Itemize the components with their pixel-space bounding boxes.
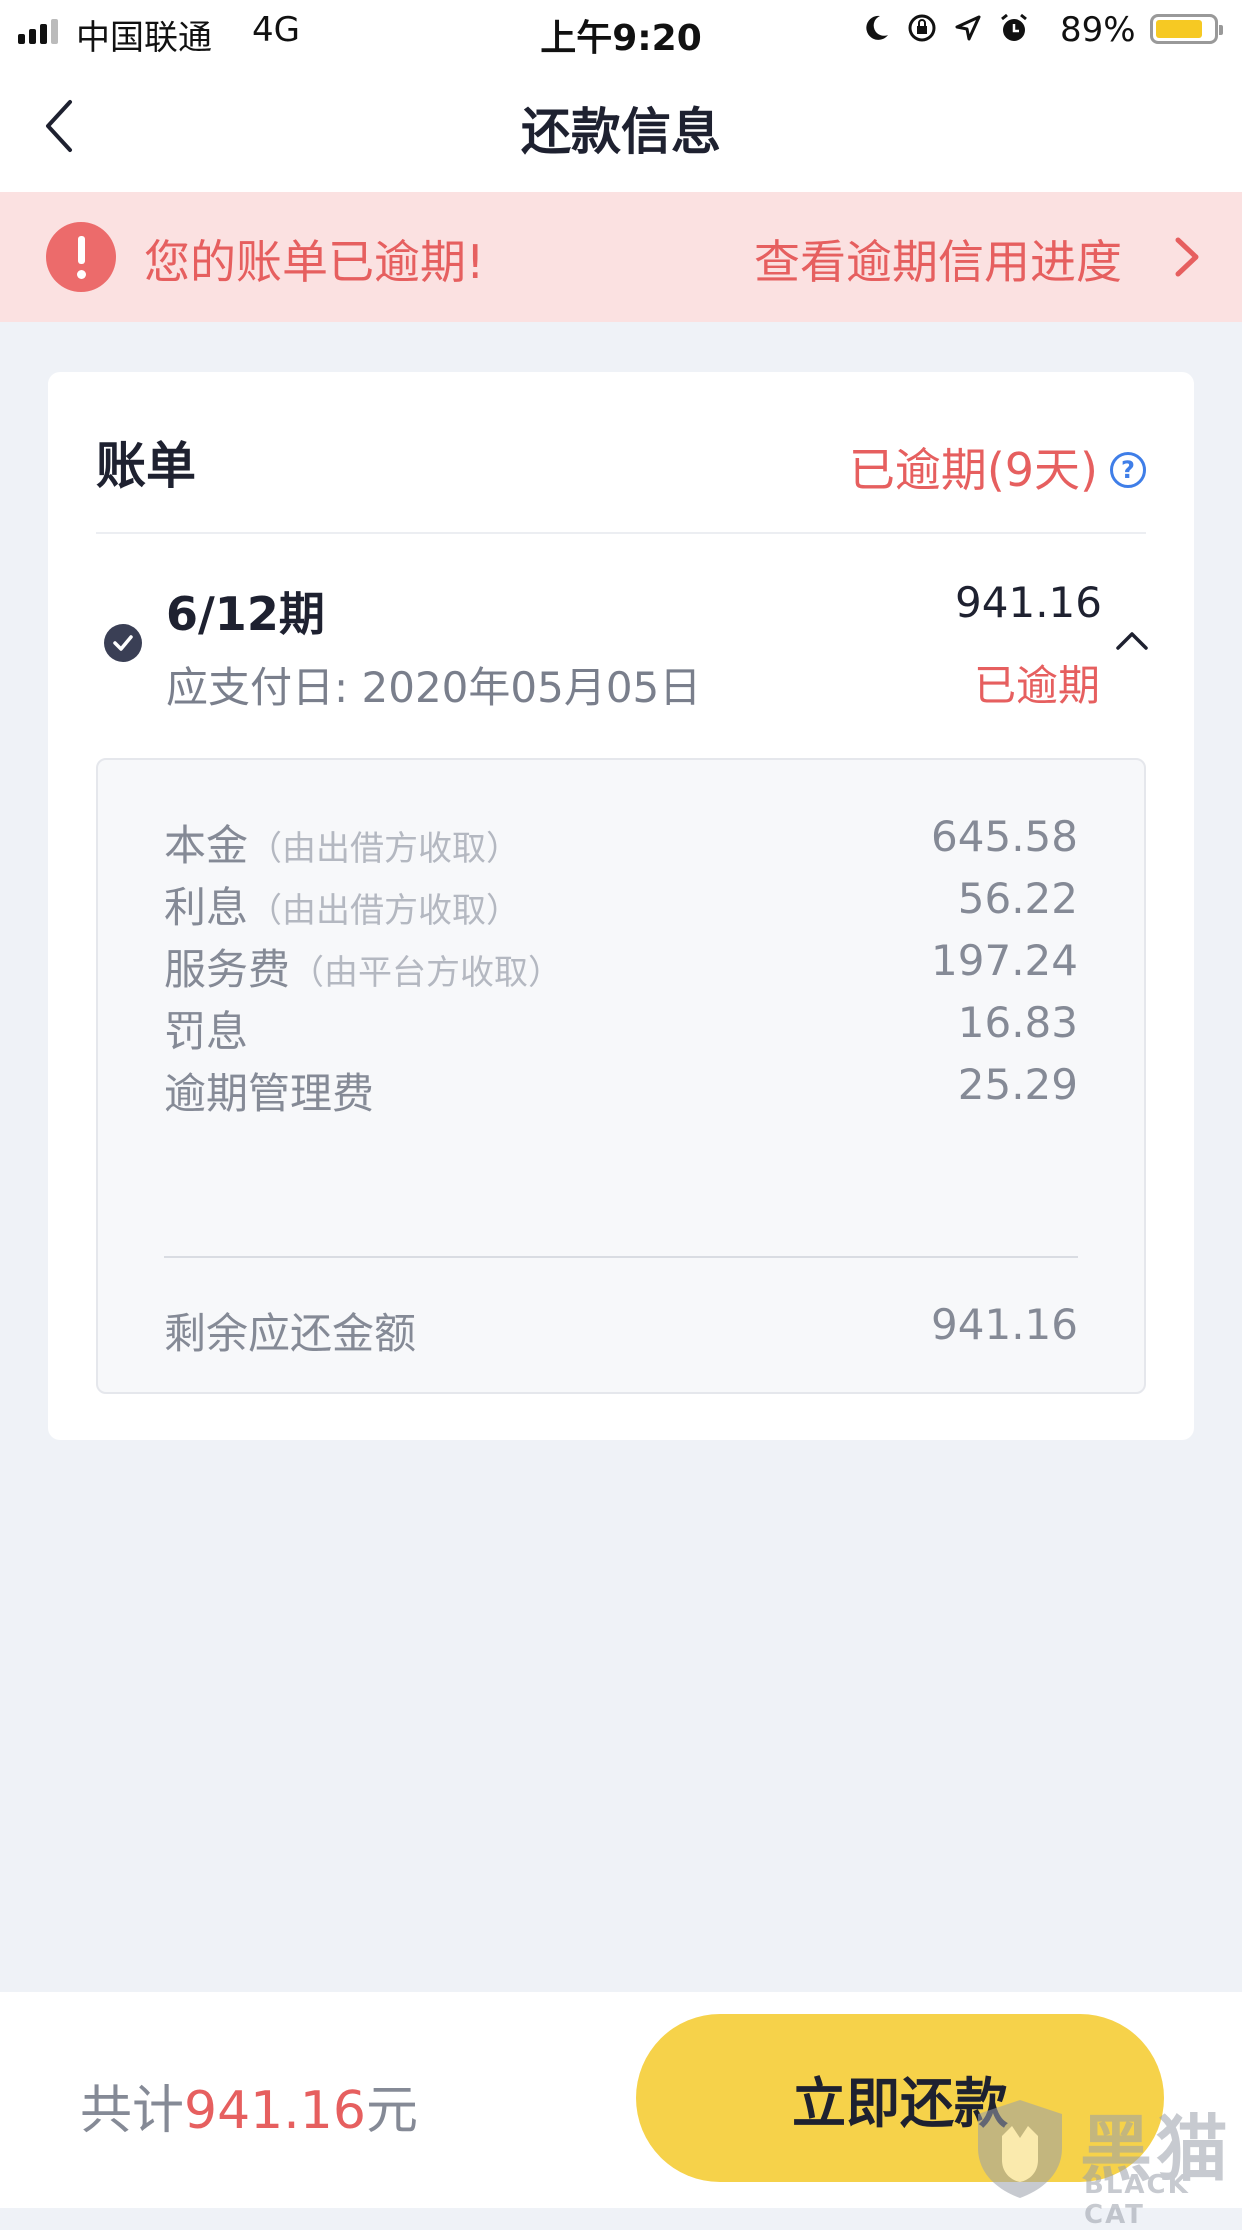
detail-label: 罚息 [164, 1007, 249, 1056]
detail-value: 25.29 [957, 1060, 1078, 1109]
detail-row-overdue-fee: 逾期管理费 25.29 [164, 1060, 1078, 1120]
check-icon[interactable] [104, 624, 142, 662]
rotation-lock-icon [906, 10, 938, 46]
detail-value: 197.24 [931, 936, 1078, 985]
moon-icon [860, 10, 892, 46]
detail-row-penalty-interest: 罚息 16.83 [164, 998, 1078, 1058]
overdue-alert-banner[interactable]: 您的账单已逾期! 查看逾期信用进度 [0, 192, 1242, 322]
detail-row-service-fee: 服务费（由平台方收取） 197.24 [164, 936, 1078, 996]
period-status: 已逾期 [973, 661, 1100, 710]
battery-percent: 89% [1060, 10, 1136, 50]
detail-label: 利息 [164, 883, 249, 932]
remaining-value: 941.16 [931, 1300, 1078, 1349]
detail-label: 逾期管理费 [164, 1069, 375, 1118]
detail-row-principal: 本金（由出借方收取） 645.58 [164, 812, 1078, 872]
detail-note: （由出借方收取） [248, 891, 521, 931]
overdue-progress-link[interactable]: 查看逾期信用进度 [754, 226, 1122, 292]
chevron-right-icon [1175, 237, 1199, 277]
watermark-subtext: BLACK CAT [1084, 2170, 1190, 2230]
bill-card: 账单 已逾期(9天) ? 6/12期 应支付日: 2020年05月05日 941… [48, 372, 1194, 1440]
overdue-status: 已逾期(9天) [848, 443, 1098, 497]
detail-value: 16.83 [957, 998, 1078, 1047]
divider [164, 1256, 1078, 1258]
status-bar: 中国联通 4G 上午9:20 89% [0, 0, 1242, 62]
period-amount: 941.16 [955, 578, 1102, 627]
overdue-alert-message: 您的账单已逾期! [144, 235, 485, 289]
exclamation-icon [46, 222, 116, 292]
detail-value: 56.22 [957, 874, 1078, 923]
location-icon [952, 10, 984, 46]
status-icons [860, 10, 1030, 46]
nav-bar: 还款信息 [0, 62, 1242, 192]
divider [96, 532, 1146, 534]
total-prefix: 共计 [80, 2081, 185, 2141]
total-suffix: 元 [365, 2081, 418, 2141]
period-label: 6/12期 [166, 587, 325, 641]
detail-row-remaining: 剩余应还金额 941.16 [164, 1300, 1078, 1360]
bill-detail-panel: 本金（由出借方收取） 645.58 利息（由出借方收取） 56.22 服务费（由… [96, 758, 1146, 1394]
bill-title: 账单 [96, 437, 196, 495]
detail-note: （由出借方收取） [248, 829, 521, 869]
alarm-icon [998, 10, 1030, 46]
help-icon[interactable]: ? [1110, 452, 1146, 488]
chevron-up-icon[interactable] [1112, 626, 1152, 656]
detail-note: （由平台方收取） [290, 953, 563, 993]
detail-label: 本金 [164, 821, 249, 870]
remaining-label: 剩余应还金额 [164, 1309, 417, 1358]
cat-shield-icon [978, 2100, 1062, 2198]
page-title: 还款信息 [521, 103, 721, 161]
total-value: 941.16 [184, 2081, 366, 2141]
watermark: 黑猫 BLACK CAT [972, 2090, 1242, 2230]
battery-icon [1150, 14, 1223, 44]
total-amount: 共计941.16元 [80, 2068, 418, 2143]
status-time: 上午9:20 [540, 18, 702, 59]
detail-row-interest: 利息（由出借方收取） 56.22 [164, 874, 1078, 934]
detail-value: 645.58 [931, 812, 1078, 861]
detail-label: 服务费 [164, 945, 291, 994]
bottom-bar: 共计941.16元 立即还款 黑猫 BLACK CAT [0, 1992, 1242, 2230]
due-date: 应支付日: 2020年05月05日 [166, 663, 702, 712]
